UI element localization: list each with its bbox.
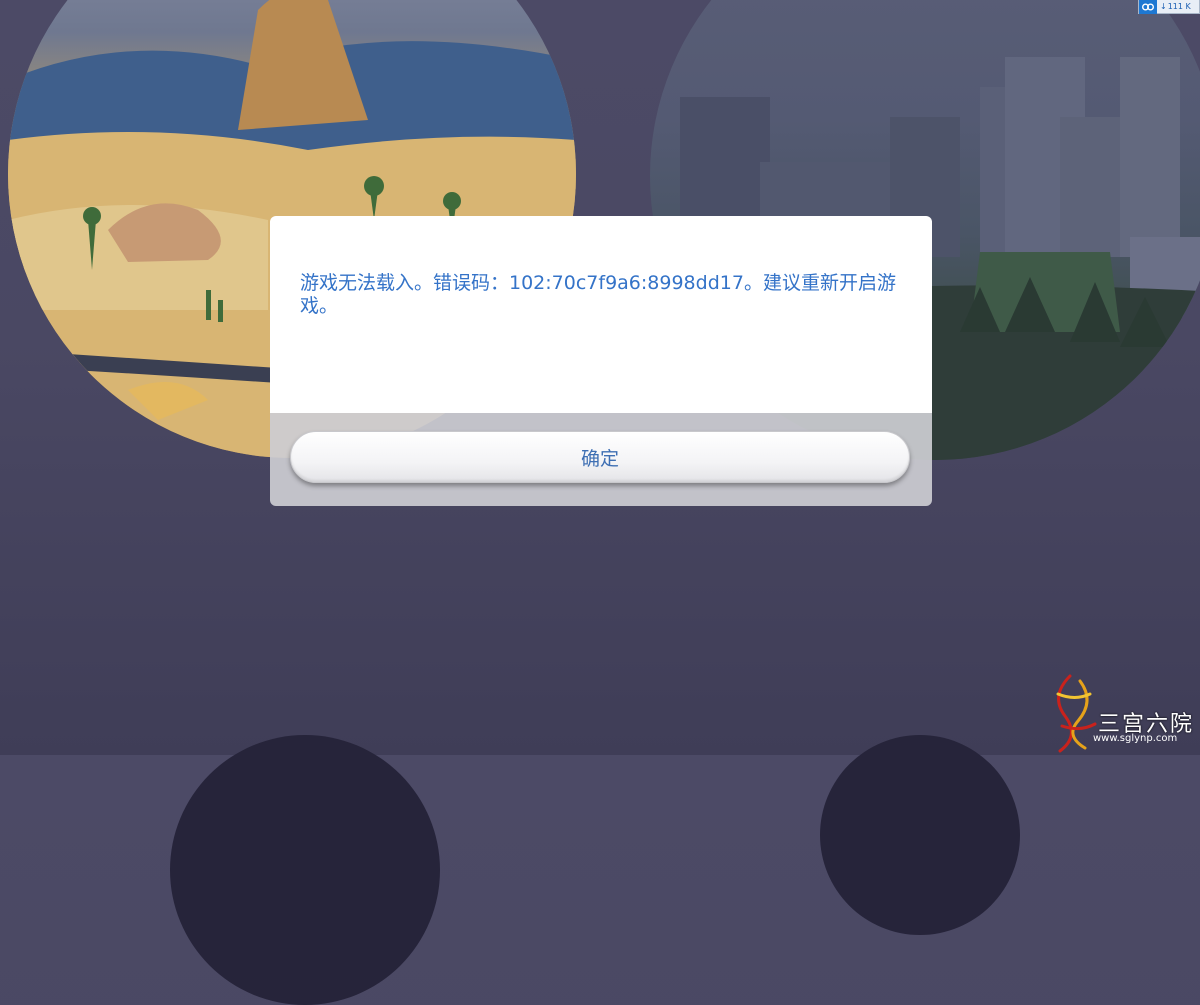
error-dialog: 游戏无法载入。错误码：102:70c7f9a6:8998dd17。建议重新开启游… — [270, 216, 932, 506]
download-speed-text: 111 K — [1167, 2, 1191, 11]
cloud-sync-icon — [1139, 0, 1157, 14]
download-arrow-icon: ↓ — [1160, 2, 1167, 11]
dialog-message-panel: 游戏无法载入。错误码：102:70c7f9a6:8998dd17。建议重新开启游… — [270, 216, 932, 413]
confirm-button[interactable]: 确定 — [290, 431, 910, 483]
error-message: 游戏无法载入。错误码：102:70c7f9a6:8998dd17。建议重新开启游… — [300, 272, 896, 317]
dialog-footer: 确定 — [270, 413, 932, 506]
network-speed-widget[interactable]: ↓ 111 K — [1138, 0, 1200, 14]
watermark-url: www.sglynp.com — [1093, 733, 1178, 744]
world-circle-partial[interactable] — [820, 735, 1020, 935]
world-circle-partial[interactable] — [170, 735, 440, 1005]
